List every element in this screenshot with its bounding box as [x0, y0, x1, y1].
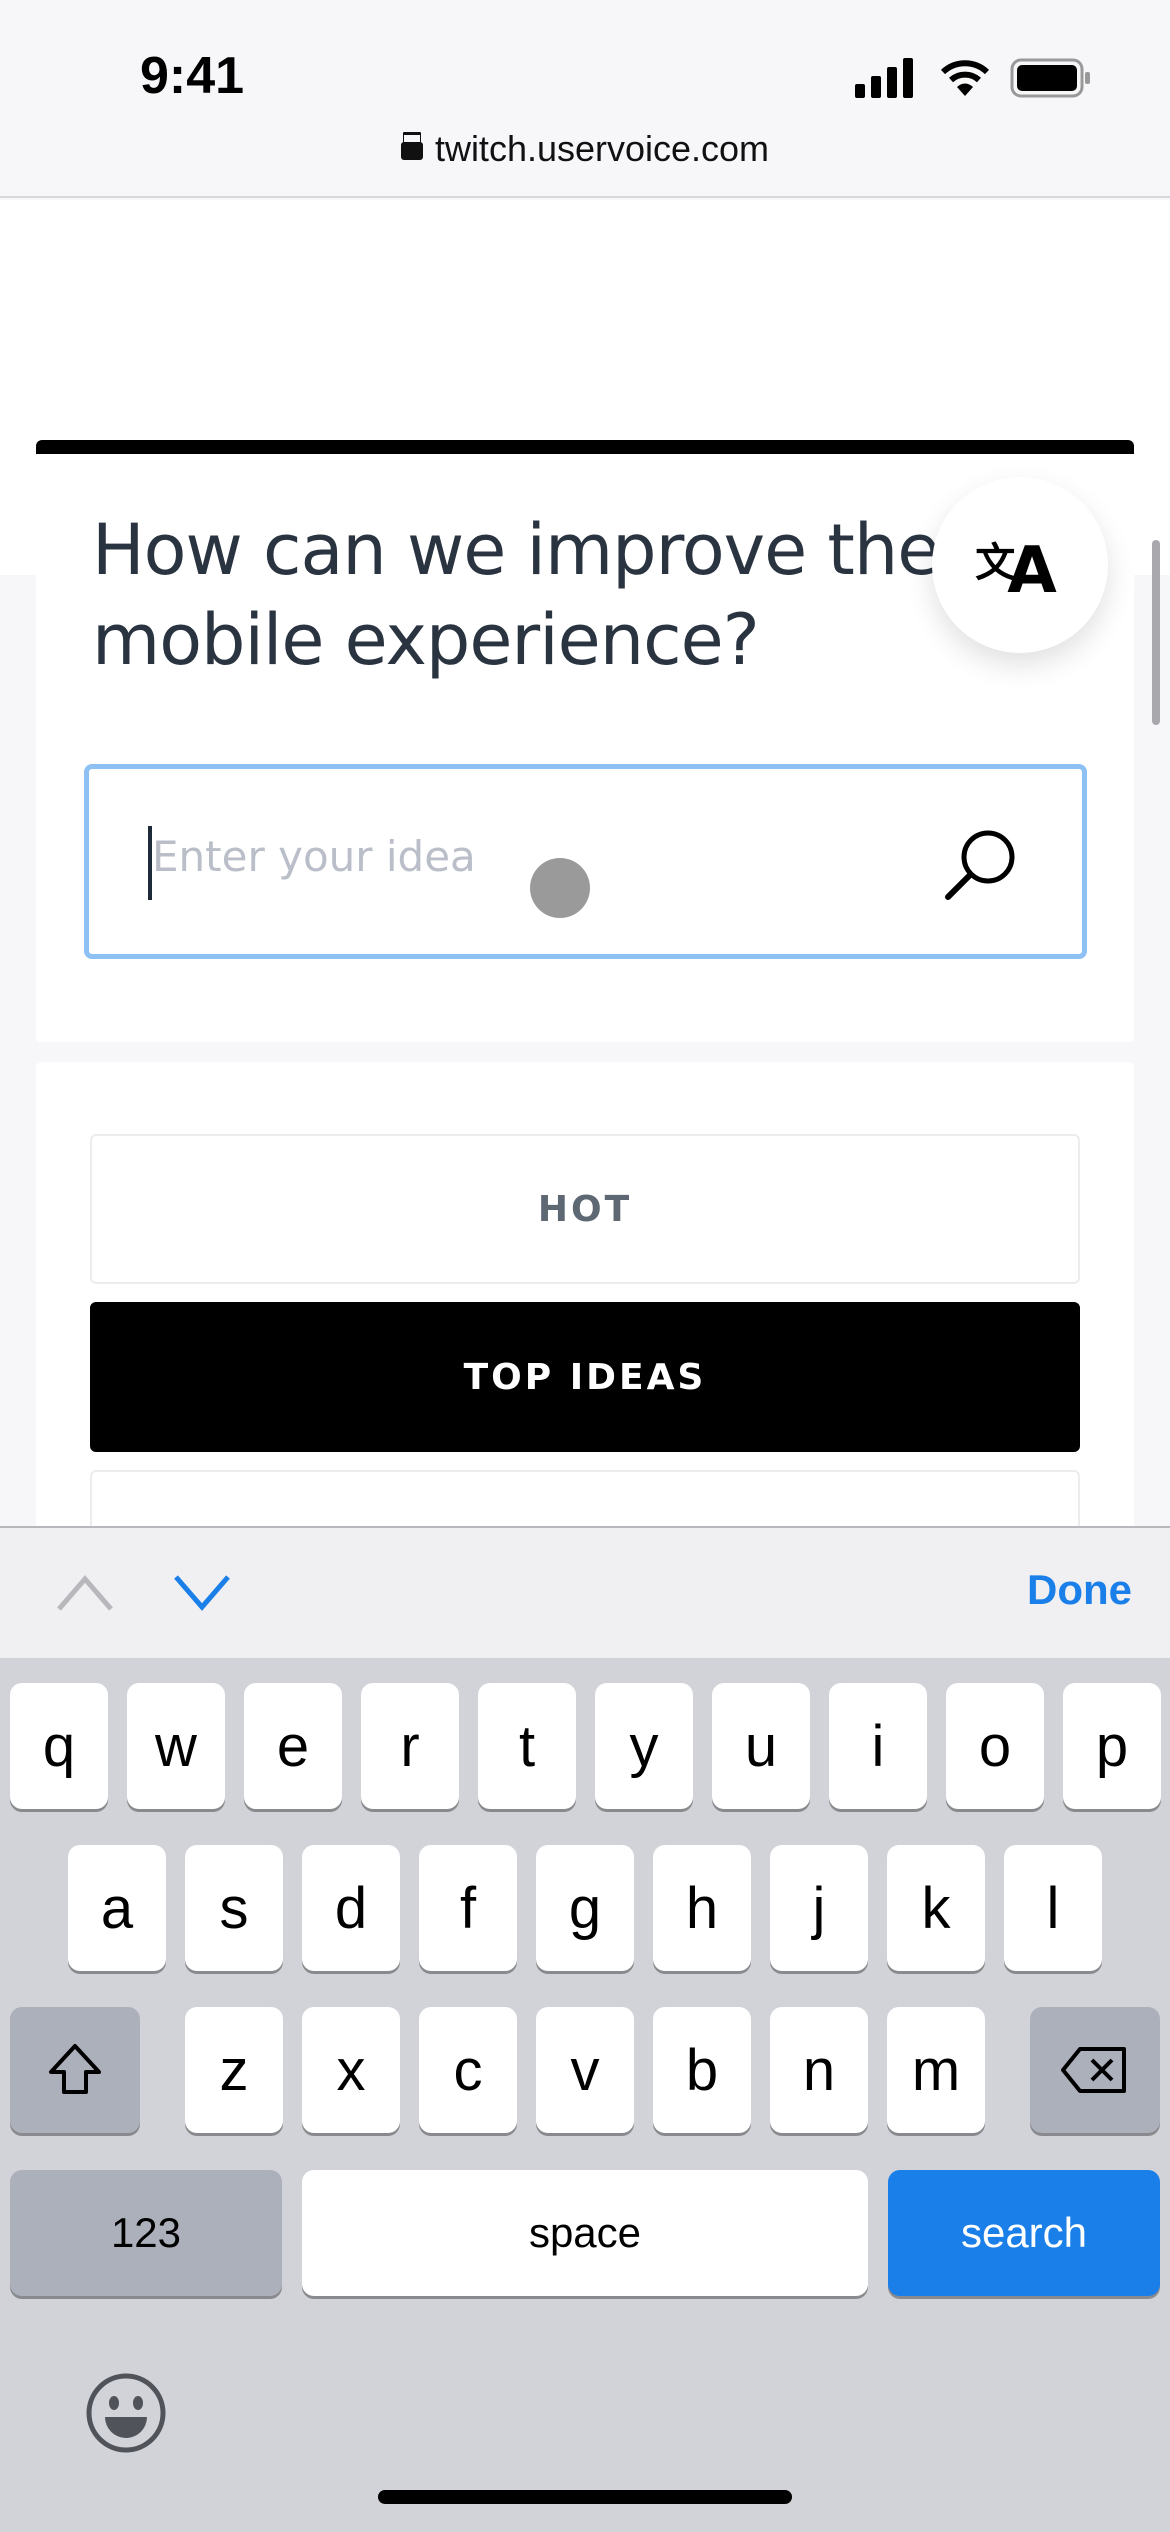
- shift-icon: [49, 2044, 101, 2094]
- keyboard: 123 space search qwertyuiop asdfghjkl zxcv…: [0, 1658, 1170, 2532]
- key-r[interactable]: r: [361, 1683, 459, 1809]
- signal-icon: [855, 58, 913, 98]
- translate-button[interactable]: 文A: [932, 477, 1108, 653]
- address-bar[interactable]: twitch.uservoice.com: [0, 128, 1170, 170]
- key-e[interactable]: e: [244, 1683, 342, 1809]
- key-a[interactable]: a: [68, 1845, 166, 1971]
- done-button[interactable]: Done: [1027, 1566, 1132, 1614]
- key-k[interactable]: k: [887, 1845, 985, 1971]
- wifi-icon: [940, 60, 990, 96]
- emoji-icon[interactable]: [85, 2372, 167, 2454]
- search-placeholder: Enter your idea: [152, 832, 476, 881]
- key-g[interactable]: g: [536, 1845, 634, 1971]
- key-j[interactable]: j: [770, 1845, 868, 1971]
- next-field-icon[interactable]: [172, 1573, 232, 1613]
- lock-icon: [400, 142, 423, 160]
- touch-indicator: [530, 858, 590, 918]
- status-bar: 9:41 twitch.uservoice.com: [0, 0, 1170, 198]
- tab-hot[interactable]: HOT: [90, 1134, 1080, 1284]
- key-y[interactable]: y: [595, 1683, 693, 1809]
- key-w[interactable]: w: [127, 1683, 225, 1809]
- key-i[interactable]: i: [829, 1683, 927, 1809]
- key-z[interactable]: z: [185, 2007, 283, 2133]
- home-indicator: [378, 2490, 792, 2504]
- scrollbar[interactable]: [1152, 540, 1160, 725]
- tab-top-ideas[interactable]: TOP IDEAS: [90, 1302, 1080, 1452]
- key-v[interactable]: v: [536, 2007, 634, 2133]
- url-text: twitch.uservoice.com: [434, 128, 770, 169]
- key-c[interactable]: c: [419, 2007, 517, 2133]
- key-b[interactable]: b: [653, 2007, 751, 2133]
- previous-field-icon[interactable]: [55, 1573, 115, 1613]
- shift-key[interactable]: [10, 2007, 140, 2133]
- key-p[interactable]: p: [1063, 1683, 1161, 1809]
- translate-icon: 文A: [975, 534, 1057, 608]
- key-t[interactable]: t: [478, 1683, 576, 1809]
- search-icon[interactable]: [940, 825, 1020, 905]
- key-u[interactable]: u: [712, 1683, 810, 1809]
- search-key[interactable]: search: [888, 2170, 1160, 2296]
- backspace-icon: [1061, 2047, 1126, 2093]
- clock: 9:41: [140, 47, 245, 105]
- battery-icon: [1010, 58, 1090, 98]
- delete-key[interactable]: [1030, 2007, 1160, 2133]
- key-l[interactable]: l: [1004, 1845, 1102, 1971]
- key-f[interactable]: f: [419, 1845, 517, 1971]
- numbers-key[interactable]: 123: [10, 2170, 282, 2296]
- keyboard-accessory-bar: [0, 1526, 1170, 1658]
- key-q[interactable]: q: [10, 1683, 108, 1809]
- space-key[interactable]: space: [302, 2170, 868, 2296]
- key-s[interactable]: s: [185, 1845, 283, 1971]
- key-m[interactable]: m: [887, 2007, 985, 2133]
- key-h[interactable]: h: [653, 1845, 751, 1971]
- key-x[interactable]: x: [302, 2007, 400, 2133]
- key-n[interactable]: n: [770, 2007, 868, 2133]
- page-title: How can we improve the mobile experience…: [92, 509, 940, 681]
- key-d[interactable]: d: [302, 1845, 400, 1971]
- key-o[interactable]: o: [946, 1683, 1044, 1809]
